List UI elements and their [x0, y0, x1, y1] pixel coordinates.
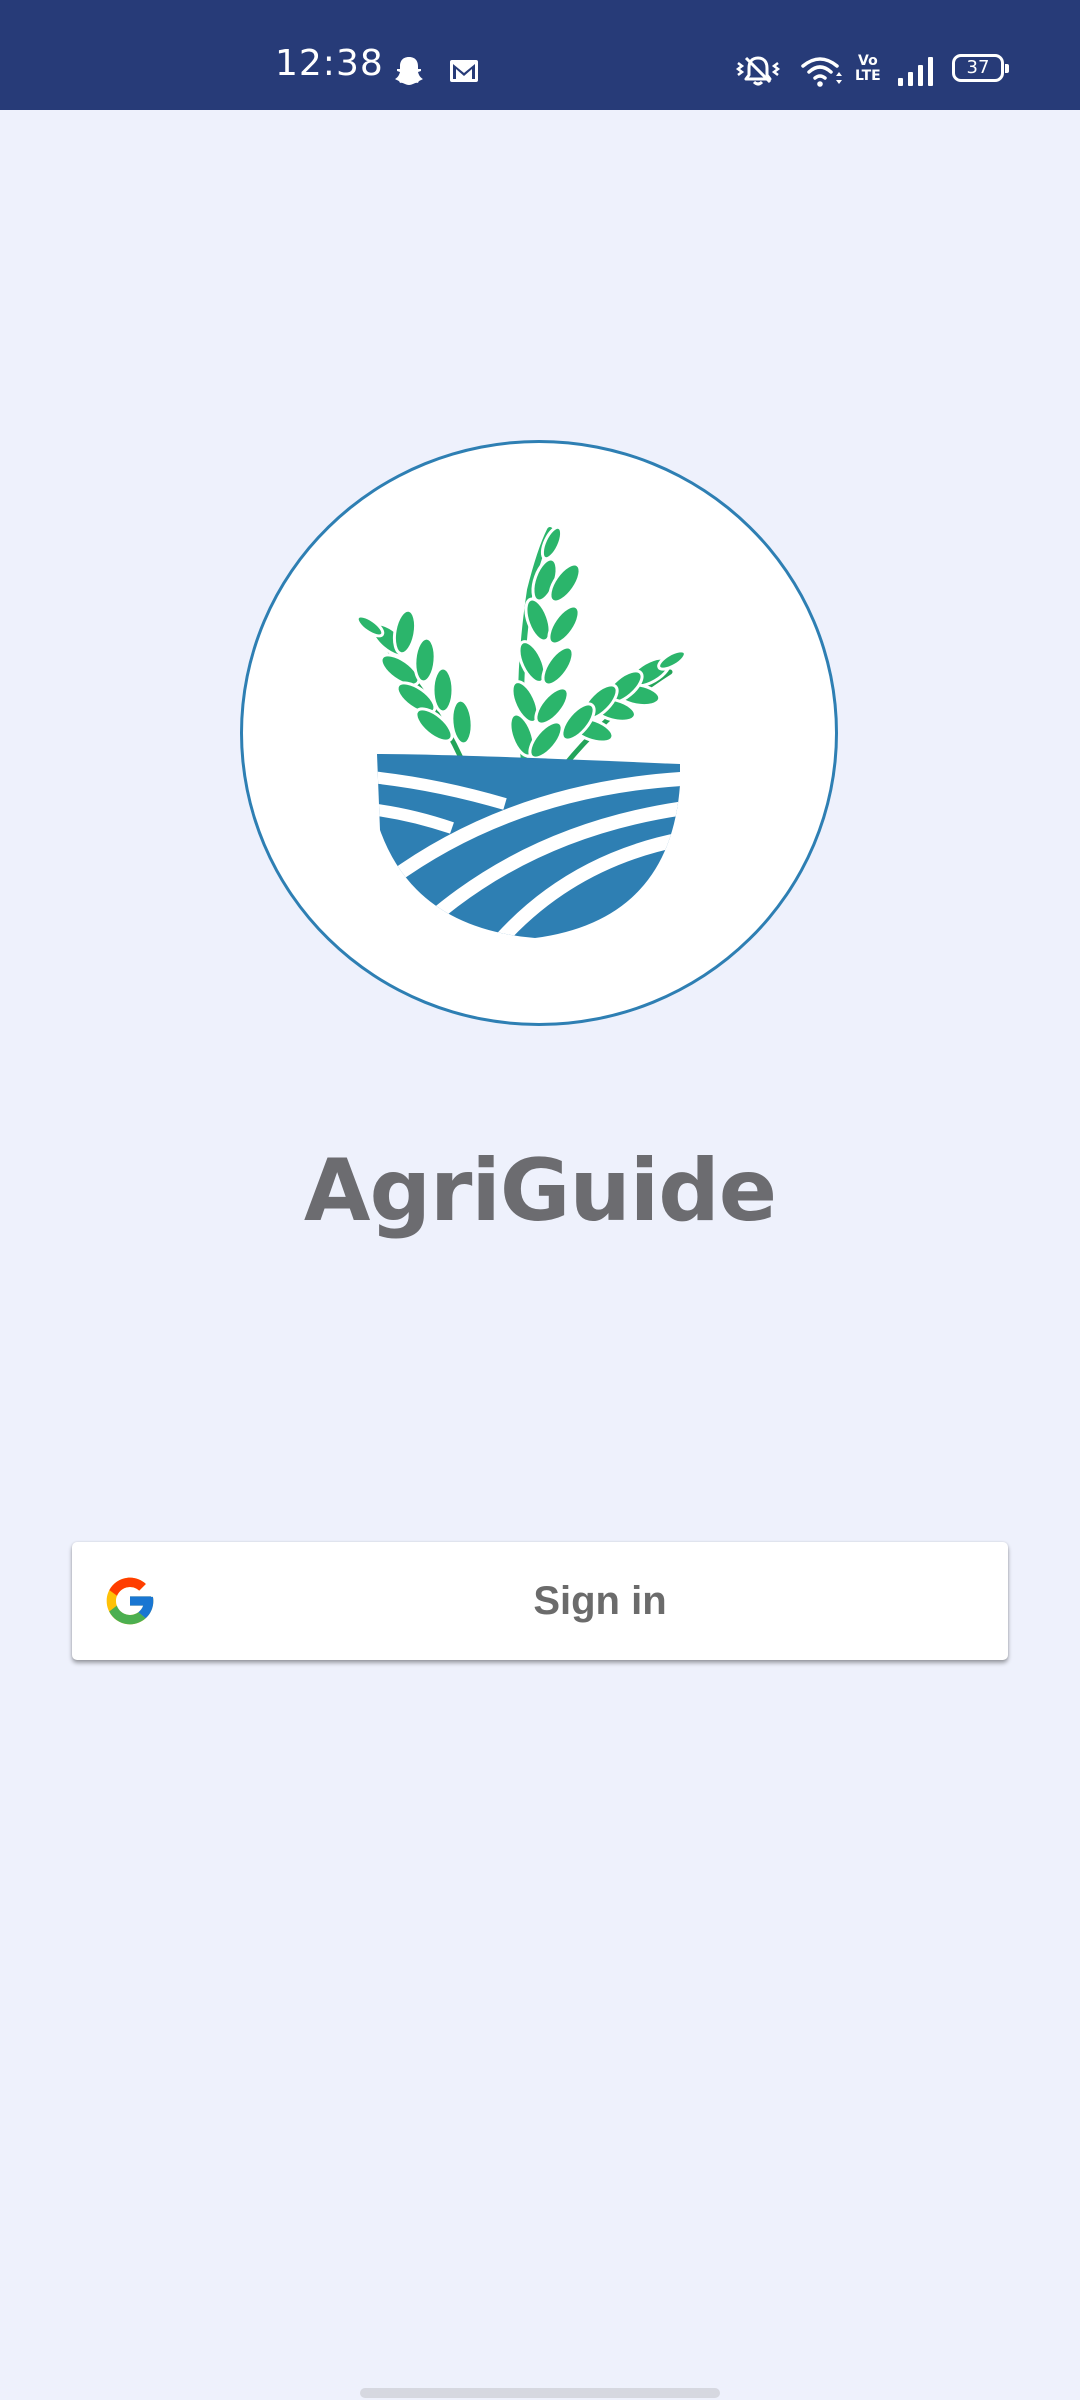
home-indicator[interactable] — [360, 2388, 720, 2398]
gmail-icon — [450, 60, 478, 82]
battery-icon: 37 — [952, 54, 1009, 82]
vibrate-icon — [735, 56, 781, 86]
cell-signal-icon — [898, 57, 933, 86]
google-g-icon — [106, 1577, 154, 1625]
google-sign-in-button[interactable]: Sign in — [72, 1542, 1008, 1660]
status-bar: 12:38 Vo LTE 37 — [0, 0, 1080, 110]
snapchat-icon — [395, 57, 423, 85]
battery-level: 37 — [966, 57, 990, 78]
volte-icon: Vo LTE — [855, 54, 881, 84]
agriguide-logo — [355, 525, 687, 938]
volte-top: Vo — [858, 53, 878, 69]
app-title: AgriGuide — [303, 1141, 777, 1241]
volte-bottom: LTE — [855, 68, 881, 84]
sign-in-label: Sign in — [533, 1579, 667, 1623]
wifi-icon — [801, 57, 842, 87]
status-time: 12:38 — [275, 43, 384, 84]
